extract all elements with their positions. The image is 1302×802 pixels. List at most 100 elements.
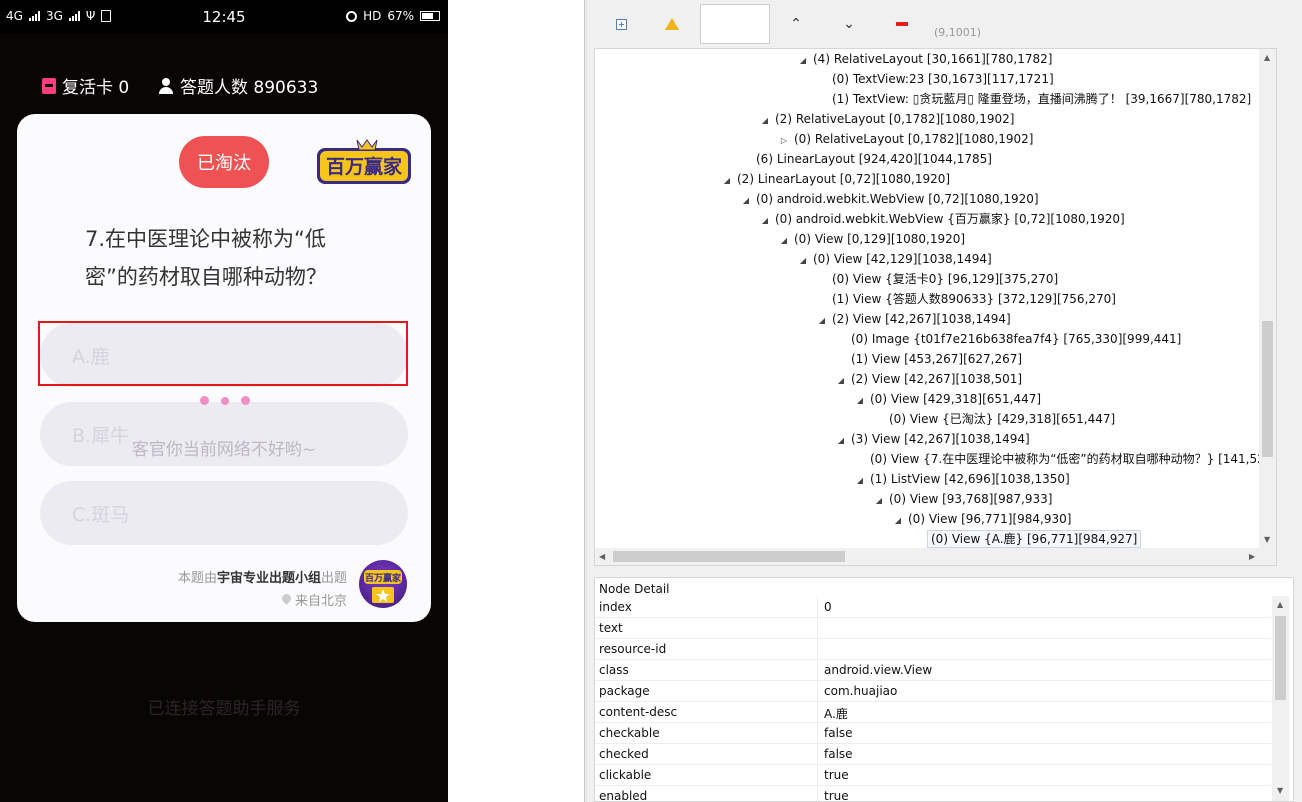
tree-node[interactable]: (0) View {复活卡0} [96,129][375,270] (817, 269, 1058, 289)
tree-node[interactable]: ◢ (0) View [0,129][1080,1920] (779, 229, 965, 249)
detail-key: checked (599, 747, 649, 761)
detail-row[interactable]: clickable true (595, 765, 1271, 786)
tree-node[interactable]: (1) View {答题人数890633} [372,129][756,270] (817, 289, 1116, 309)
tree-node[interactable]: (0) View {A.鹿} [96,771][984,927] (912, 529, 1142, 549)
assistant-connected-message: 已连接答题助手服务 (147, 699, 301, 719)
hierarchy-tree[interactable]: ◢ (4) RelativeLayout [30,1661][780,1782] (… (594, 48, 1277, 566)
question-credit: 本题由宇宙专业出题小组出题 (178, 567, 347, 586)
tree-node[interactable]: ◢ (0) View [93,768][987,933] (874, 489, 1053, 511)
tree-expanded-icon[interactable]: ◢ (779, 231, 789, 251)
cursor-coordinates: (9,1001) (934, 26, 982, 39)
search-input[interactable] (700, 4, 770, 44)
inspector-toolbar: ⌃ ⌄ (9,1001) (587, 0, 1302, 48)
scroll-up-arrow-icon[interactable]: ▲ (1264, 53, 1270, 62)
tree-node[interactable]: ◢ (4) RelativeLayout [30,1661][780,1782] (798, 49, 1053, 71)
tree-expanded-icon[interactable]: ◢ (760, 211, 770, 231)
tree-collapsed-icon[interactable]: ▷ (779, 131, 789, 151)
tree-node[interactable]: ◢ (0) android.webkit.WebView {百万赢家} [0,72… (760, 209, 1125, 229)
tree-expanded-icon[interactable]: ◢ (893, 511, 903, 531)
tree-expanded-icon[interactable]: ◢ (722, 171, 732, 191)
scroll-down-arrow-icon[interactable]: ▼ (1264, 535, 1270, 544)
tree-node[interactable]: ◢ (3) View [42,267][1038,1494] (836, 429, 1030, 449)
revive-card-label: 复活卡 0 (62, 78, 130, 98)
tree-node[interactable]: (6) LinearLayout [924,420][1044,1785] (741, 149, 992, 169)
next-match-button[interactable]: ⌄ (839, 14, 859, 34)
expand-all-button[interactable] (611, 14, 631, 34)
phone-screen: 4G 3G Ψ 12:45 HD 67% 复活卡 0 答题人数 890633 已… (0, 0, 448, 802)
tree-node[interactable]: (0) View {7.在中医理论中被称为“低密”的药材取自哪种动物？} [14… (855, 449, 1276, 469)
tree-node[interactable]: ◢ (2) RelativeLayout [0,1782][1080,1902] (760, 109, 1015, 131)
detail-row[interactable]: content-desc A.鹿 (595, 702, 1271, 723)
participants-label: 答题人数 890633 (180, 78, 319, 98)
tree-node-label: (0) View {已淘汰} [429,318][651,447] (889, 412, 1116, 426)
tree-expanded-icon[interactable]: ◢ (798, 251, 808, 271)
scroll-left-arrow-icon[interactable]: ◀ (599, 552, 605, 561)
tree-node[interactable]: ◢ (0) View [429,318][651,447] (855, 389, 1041, 409)
previous-match-button[interactable]: ⌃ (786, 14, 806, 34)
node-detail-panel: Node Detail index 0 text resource-id class an… (594, 577, 1294, 802)
node-detail-title: Node Detail (599, 582, 670, 596)
tree-node[interactable]: ◢ (0) View [96,771][984,930] (893, 509, 1072, 531)
detail-row[interactable]: checked false (595, 744, 1271, 765)
scroll-down-arrow-icon[interactable]: ▼ (1277, 786, 1283, 795)
detail-value: true (824, 789, 849, 802)
host-avatar[interactable]: 百万赢家 (359, 560, 407, 608)
clear-search-button[interactable] (892, 14, 912, 34)
detail-key: text (599, 621, 623, 635)
ui-inspector: ⌃ ⌄ (9,1001) ◢ (4) RelativeLayout [30,166… (587, 0, 1302, 802)
tree-node[interactable]: ◢ (2) LinearLayout [0,72][1080,1920] (722, 169, 950, 189)
tree-expanded-icon[interactable]: ◢ (836, 371, 846, 391)
tree-node[interactable]: (1) TextView: ▯贪玩藍月▯ 隆重登场，直播间沸腾了！ [39,16… (817, 89, 1251, 109)
detail-row[interactable]: package com.huajiao (595, 681, 1271, 702)
tree-node[interactable]: (0) View {已淘汰} [429,318][651,447] (874, 409, 1115, 429)
battery-icon (420, 11, 440, 21)
tree-node[interactable]: (0) Image {t01f7e216b638fea7f4} [765,330… (836, 329, 1181, 349)
tree-node-label: (2) LinearLayout [0,72][1080,1920] (737, 172, 951, 186)
tree-expanded-icon[interactable]: ◢ (798, 51, 808, 71)
detail-row[interactable]: checkable false (595, 723, 1271, 744)
tree-expanded-icon[interactable]: ◢ (836, 431, 846, 451)
detail-value: 0 (824, 600, 832, 614)
tree-horizontal-scroll-thumb[interactable] (613, 551, 845, 562)
detail-key: class (599, 663, 629, 677)
revive-card-counter[interactable]: 复活卡 0 (42, 73, 129, 98)
quiz-card: 已淘汰 百万赢家 7.在中医理论中被称为“低密”的药材取自哪种动物？ A.鹿 B… (17, 114, 431, 622)
scroll-up-arrow-icon[interactable]: ▲ (1277, 600, 1283, 609)
tree-node[interactable]: ◢ (0) android.webkit.WebView [0,72][1080,… (741, 189, 1039, 209)
detail-row[interactable]: text (595, 618, 1271, 639)
tree-expanded-icon[interactable]: ◢ (874, 491, 884, 511)
detail-row[interactable]: index 0 (595, 597, 1271, 618)
tree-node[interactable]: ◢ (0) View [42,129][1038,1494] (798, 249, 992, 269)
tree-expanded-icon[interactable]: ◢ (855, 391, 865, 411)
column-divider (817, 765, 818, 786)
tree-node[interactable]: ▷ (0) RelativeLayout [0,1782][1080,1902] (779, 129, 1034, 151)
tree-vertical-scrollbar[interactable]: ▲ ▼ (1259, 49, 1276, 565)
option-c[interactable]: C.斑马 (40, 481, 408, 545)
tree-node[interactable]: ◢ (2) View [42,267][1038,501] (836, 369, 1022, 389)
tree-expanded-icon[interactable]: ◢ (741, 191, 751, 211)
detail-row[interactable]: class android.view.View (595, 660, 1271, 681)
tree-node[interactable]: (1) View [453,267][627,267] (836, 349, 1022, 369)
option-a[interactable]: A.鹿 (40, 323, 408, 387)
detail-vertical-scroll-thumb[interactable] (1275, 616, 1286, 700)
detail-vertical-scrollbar[interactable]: ▲ ▼ (1272, 596, 1289, 801)
tree-node-label: (0) View [0,129][1080,1920] (794, 232, 966, 246)
detail-key: checkable (599, 726, 660, 740)
column-divider (817, 702, 818, 723)
detail-value: false (824, 726, 853, 740)
tree-node-label: (0) View [429,318][651,447] (870, 392, 1042, 406)
option-a-label: A.鹿 (72, 345, 110, 368)
detail-row[interactable]: resource-id (595, 639, 1271, 660)
tree-node[interactable]: ◢ (1) ListView [42,696][1038,1350] (855, 469, 1070, 489)
tree-node[interactable]: ◢ (2) View [42,267][1038,1494] (817, 309, 1011, 329)
tree-expanded-icon[interactable]: ◢ (760, 111, 770, 131)
tree-node[interactable]: (0) TextView:23 [30,1673][117,1721] (817, 69, 1054, 89)
nav-warning-button[interactable] (662, 14, 682, 34)
tree-horizontal-scrollbar[interactable]: ◀ ▶ (595, 548, 1261, 565)
detail-row[interactable]: enabled true (595, 786, 1271, 802)
tree-expanded-icon[interactable]: ◢ (855, 471, 865, 491)
detail-value: A.鹿 (824, 707, 848, 721)
scroll-right-arrow-icon[interactable]: ▶ (1249, 552, 1255, 561)
tree-expanded-icon[interactable]: ◢ (817, 311, 827, 331)
tree-vertical-scroll-thumb[interactable] (1262, 321, 1273, 457)
